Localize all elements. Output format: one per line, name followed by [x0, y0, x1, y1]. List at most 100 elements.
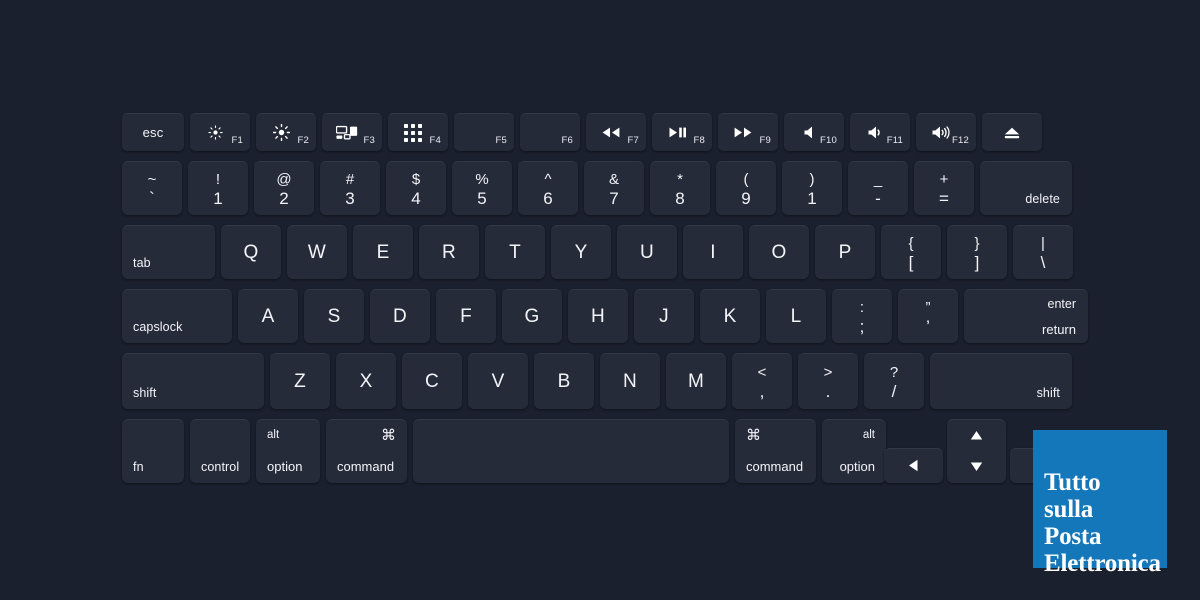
key-f-label: F [460, 305, 472, 327]
key-8-upper: * [677, 171, 683, 188]
key-u-label: U [640, 241, 654, 263]
key-command-right-label: command [746, 459, 804, 474]
key-p[interactable]: P [815, 225, 875, 279]
key-option-left[interactable]: alt option [256, 419, 320, 483]
key-return[interactable]: enter return [964, 289, 1088, 343]
key-fn[interactable]: fn [122, 419, 184, 483]
key-period[interactable]: >. [798, 353, 858, 409]
key-a[interactable]: A [238, 289, 298, 343]
key-bracket-right[interactable]: }] [947, 225, 1007, 279]
key-comma-lower: , [759, 382, 765, 401]
key-4[interactable]: $4 [386, 161, 446, 215]
key-c[interactable]: C [402, 353, 462, 409]
key-h[interactable]: H [568, 289, 628, 343]
key-8[interactable]: * 8 [650, 161, 710, 215]
key-k[interactable]: K [700, 289, 760, 343]
key-g[interactable]: G [502, 289, 562, 343]
key-f3[interactable]: F3 [322, 113, 382, 151]
key-n[interactable]: N [600, 353, 660, 409]
key-arrow-left[interactable] [884, 448, 943, 483]
key-shift-right-label: shift [1036, 386, 1060, 400]
key-0[interactable]: ) 1 [782, 161, 842, 215]
key-y[interactable]: Y [551, 225, 611, 279]
key-1-lower: 1 [213, 189, 223, 208]
key-l[interactable]: L [766, 289, 826, 343]
key-f1-fnlabel: F1 [231, 135, 243, 146]
key-f1[interactable]: F1 [190, 113, 250, 151]
key-f8[interactable]: F8 [652, 113, 712, 151]
key-backtick[interactable]: ~ ` [122, 161, 182, 215]
key-m[interactable]: M [666, 353, 726, 409]
number-row: ~` !1 @2 #3 $4 %5 ^6 &7 *8 (9 )1 [122, 161, 1072, 215]
key-2[interactable]: @2 [254, 161, 314, 215]
key-j[interactable]: J [634, 289, 694, 343]
key-esc[interactable]: esc [122, 113, 184, 151]
key-f10[interactable]: F10 [784, 113, 844, 151]
key-eject[interactable] [982, 113, 1042, 151]
key-option-right[interactable]: alt option [822, 419, 886, 483]
key-quote[interactable]: ”’ [898, 289, 958, 343]
key-t[interactable]: T [485, 225, 545, 279]
key-6[interactable]: ^ 6 [518, 161, 578, 215]
key-u[interactable]: U [617, 225, 677, 279]
key-f7[interactable]: F7 [586, 113, 646, 151]
key-3-lower: 3 [345, 189, 355, 208]
key-w[interactable]: W [287, 225, 347, 279]
key-1[interactable]: ! 1 [188, 161, 248, 215]
key-5-upper: % [475, 171, 489, 188]
key-i-label: I [710, 241, 716, 263]
key-f[interactable]: F [436, 289, 496, 343]
key-shift-left[interactable]: shift [122, 353, 264, 409]
key-semicolon[interactable]: :; [832, 289, 892, 343]
arrow-down-icon[interactable] [947, 461, 1006, 472]
key-shift-right[interactable]: shift [930, 353, 1072, 409]
key-5[interactable]: % 5 [452, 161, 512, 215]
key-4-upper: $ [411, 171, 421, 188]
key-minus[interactable]: _ - [848, 161, 908, 215]
key-slash[interactable]: ? / [864, 353, 924, 409]
key-f6[interactable]: F6 [520, 113, 580, 151]
key-q[interactable]: Q [221, 225, 281, 279]
key-j-label: J [659, 305, 669, 327]
key-space[interactable] [413, 419, 729, 483]
key-f4[interactable]: F4 [388, 113, 448, 151]
key-v[interactable]: V [468, 353, 528, 409]
top-letter-row: tab Q W E R T Y U I O P {[ }] | \ [122, 225, 1073, 279]
key-capslock[interactable]: capslock [122, 289, 232, 343]
arrow-up-icon[interactable] [947, 430, 1006, 441]
key-f11[interactable]: F11 [850, 113, 910, 151]
key-2-upper: @ [276, 171, 292, 188]
key-s[interactable]: S [304, 289, 364, 343]
key-9[interactable]: (9 [716, 161, 776, 215]
key-command-right[interactable]: ⌘ command [735, 419, 816, 483]
key-7[interactable]: & 7 [584, 161, 644, 215]
key-bracket-left[interactable]: {[ [881, 225, 941, 279]
key-o[interactable]: O [749, 225, 809, 279]
key-i[interactable]: I [683, 225, 743, 279]
key-b[interactable]: B [534, 353, 594, 409]
key-r[interactable]: R [419, 225, 479, 279]
key-delete[interactable]: delete [980, 161, 1072, 215]
key-z[interactable]: Z [270, 353, 330, 409]
key-f2[interactable]: F2 [256, 113, 316, 151]
key-d[interactable]: D [370, 289, 430, 343]
key-tab[interactable]: tab [122, 225, 215, 279]
key-o-label: O [771, 241, 787, 263]
key-3[interactable]: #3 [320, 161, 380, 215]
key-f4-fnlabel: F4 [429, 135, 441, 146]
key-capslock-label: capslock [133, 320, 183, 334]
key-equal[interactable]: + = [914, 161, 974, 215]
key-g-label: G [524, 305, 540, 327]
key-6-lower: 6 [543, 189, 553, 208]
key-f12[interactable]: F12 [916, 113, 976, 151]
key-f9[interactable]: F9 [718, 113, 778, 151]
key-command-left[interactable]: ⌘ command [326, 419, 407, 483]
key-control[interactable]: control [190, 419, 250, 483]
key-f5[interactable]: F5 [454, 113, 514, 151]
key-comma[interactable]: <, [732, 353, 792, 409]
key-3-upper: # [345, 171, 355, 188]
key-backslash[interactable]: | \ [1013, 225, 1073, 279]
key-e[interactable]: E [353, 225, 413, 279]
key-arrow-up-down[interactable] [947, 419, 1006, 483]
key-x[interactable]: X [336, 353, 396, 409]
